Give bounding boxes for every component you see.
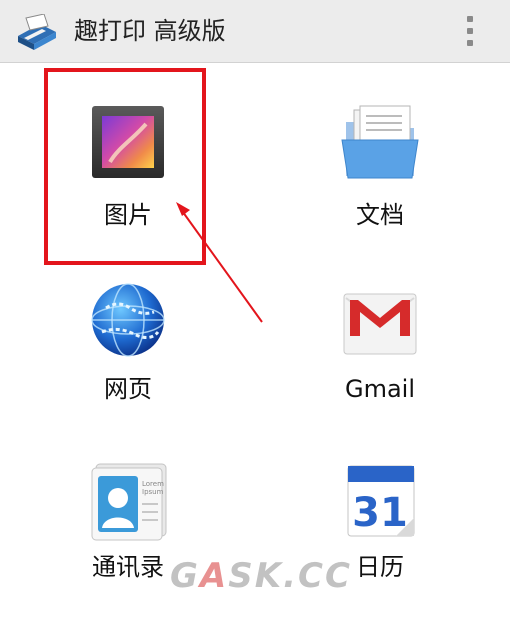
- contacts-icon-text-1: Lorem: [142, 480, 164, 488]
- tile-gmail-label: Gmail: [344, 375, 416, 403]
- contacts-icon: Lorem Ipsum: [91, 463, 167, 541]
- pointer-arrow-icon: [176, 202, 263, 323]
- tile-web-label: 网页: [104, 375, 152, 403]
- tile-documents[interactable]: 文档: [260, 96, 500, 266]
- watermark-part-2: SK.CC: [228, 556, 352, 596]
- calendar-icon: 31: [347, 465, 415, 537]
- watermark: GASK.CC: [170, 556, 352, 596]
- contacts-icon-text-2: Ipsum: [142, 488, 164, 496]
- globe-icon: [91, 283, 165, 357]
- action-bar: 趣打印 高级版: [0, 0, 510, 63]
- folder-document-icon: [341, 105, 419, 179]
- app-title: 趣打印 高级版: [74, 17, 226, 45]
- tile-calendar[interactable]: 31 日历: [260, 454, 500, 624]
- calendar-icon-day: 31: [352, 490, 408, 536]
- gmail-icon: [343, 293, 417, 355]
- watermark-accent: A: [199, 556, 229, 596]
- printer-app-logo-icon: [18, 14, 56, 50]
- tile-gmail[interactable]: Gmail: [260, 278, 500, 448]
- tile-contacts[interactable]: Lorem Ipsum 通讯录: [8, 454, 248, 624]
- overflow-menu-icon[interactable]: [458, 14, 482, 48]
- tile-documents-label: 文档: [356, 201, 404, 229]
- watermark-part-1: G: [170, 556, 200, 596]
